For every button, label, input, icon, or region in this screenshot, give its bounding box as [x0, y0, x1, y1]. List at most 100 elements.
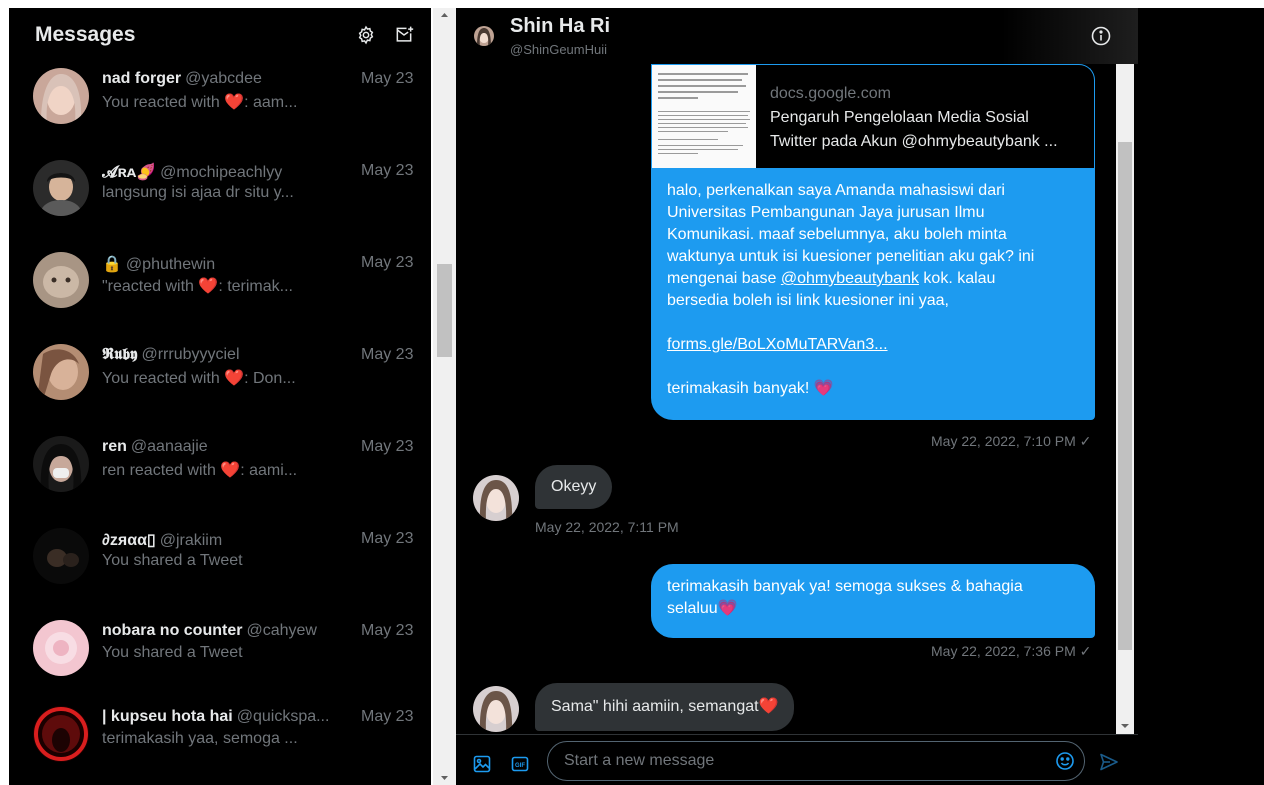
chat-contact-handle: @ShinGeumHuii	[510, 42, 608, 57]
scroll-down-arrow-icon[interactable]	[1116, 718, 1134, 734]
conversation-date: May 23	[361, 708, 414, 725]
avatar	[33, 252, 89, 308]
chat-header: Shin Ha Ri @ShinGeumHuii	[456, 8, 1138, 64]
gear-icon[interactable]	[356, 25, 376, 45]
conversation-name: ren	[102, 438, 127, 455]
conversation-preview: langsung isi ajaa dr situ y...	[102, 184, 294, 201]
conversation-item[interactable]: | kupseu hota hai @quickspa... May 23 ter…	[9, 706, 431, 785]
conversation-list-scrollbar[interactable]	[433, 8, 456, 785]
message-text: bersedia boleh isi link kuesioner ini ya…	[667, 292, 949, 309]
conversation-name: 𝓐ʀᴀ🍠	[102, 164, 157, 181]
conversation-item[interactable]: ren @aanaajie May 23 ren reacted with ❤️:…	[9, 436, 431, 528]
avatar[interactable]	[474, 26, 494, 46]
conversation-item[interactable]: ∂zяαα▯ @jrakiim May 23 You shared a Tweet	[9, 528, 431, 620]
message-timestamp: May 22, 2022, 7:10 PM ✓	[931, 433, 1092, 449]
message-timestamp: May 22, 2022, 7:11 PM	[535, 519, 679, 535]
avatar	[33, 436, 89, 492]
info-icon[interactable]	[1090, 25, 1112, 47]
conversation-name: 🔒	[102, 256, 122, 273]
conversation-name: nobara no counter	[102, 622, 243, 639]
message-timestamp: May 22, 2022, 7:36 PM ✓	[931, 643, 1092, 659]
gif-label: GIF	[515, 763, 525, 769]
conversation-preview: You reacted with ❤️: Don...	[102, 370, 296, 387]
conversation-handle: @rrrubyyyciel	[141, 346, 240, 363]
scrollbar-thumb[interactable]	[1118, 142, 1132, 650]
right-empty-pane	[1138, 8, 1264, 785]
avatar	[33, 620, 89, 676]
link-preview-thumbnail	[652, 65, 756, 168]
emoji-icon[interactable]	[1055, 751, 1075, 771]
message-text: terimakasih banyak! 💗	[667, 380, 834, 397]
conversation-preview: You shared a Tweet	[102, 644, 243, 661]
conversation-preview: You shared a Tweet	[102, 552, 243, 569]
avatar[interactable]	[473, 686, 519, 732]
conversation-handle: @phuthewin	[125, 256, 216, 273]
scroll-down-arrow-icon[interactable]	[433, 771, 456, 785]
conversation-date: May 23	[361, 530, 414, 547]
message-text: Okeyy	[551, 478, 597, 495]
conversation-preview: terimakasih yaa, semoga ...	[102, 730, 298, 747]
conversation-list-header: Messages	[9, 8, 431, 60]
message-text: waktunya untuk isi kuesioner penelitian …	[667, 248, 1035, 265]
outgoing-message-bubble[interactable]: halo, perkenalkan saya Amanda mahasiswi …	[651, 168, 1095, 420]
message-text: terimakasih banyak ya! semoga sukses & b…	[667, 578, 1023, 595]
conversation-item[interactable]: nobara no counter @cahyew May 23 You shar…	[9, 620, 431, 712]
link-preview-card[interactable]: docs.google.com Pengaruh Pengelolaan Med…	[651, 64, 1095, 168]
conversation-name: | kupseu hota hai	[102, 708, 233, 725]
incoming-message-bubble[interactable]: Sama" hihi aamiin, semangat❤️	[535, 683, 795, 731]
link-preview-title: Twitter pada Akun @ohmybeautybank ...	[770, 133, 1058, 150]
avatar[interactable]	[473, 475, 519, 521]
conversation-date: May 23	[361, 70, 414, 87]
conversation-preview: "reacted with ❤️: terimak...	[102, 278, 293, 295]
conversation-handle: @quickspa...	[236, 708, 330, 725]
gif-icon[interactable]: GIF	[511, 755, 529, 773]
conversation-item[interactable]: 🔒 @phuthewin May 23 "reacted with ❤️: ter…	[9, 252, 431, 344]
message-thread[interactable]: docs.google.com Pengaruh Pengelolaan Med…	[456, 64, 1116, 734]
page-title: Messages	[35, 23, 136, 46]
scroll-up-arrow-icon[interactable]	[433, 8, 456, 22]
message-thread-scrollbar[interactable]	[1116, 64, 1134, 734]
incoming-message-bubble[interactable]: Okeyy	[535, 465, 613, 509]
conversation-handle: @yabcdee	[185, 70, 262, 87]
outgoing-message-bubble[interactable]: terimakasih banyak ya! semoga sukses & b…	[651, 564, 1095, 638]
conversation-name: ∂zяαα▯	[102, 532, 156, 549]
conversation-date: May 23	[361, 162, 414, 179]
message-text: kok. kalau	[918, 270, 996, 287]
conversation-handle: @mochipeachlyy	[160, 164, 283, 181]
conversation-name: 𝕽𝖚𝖇𝖞	[102, 346, 138, 363]
conversation-date: May 23	[361, 346, 414, 363]
conversation-date: May 23	[361, 438, 414, 455]
conversation-handle: @cahyew	[246, 622, 317, 639]
send-icon[interactable]	[1099, 752, 1119, 772]
avatar	[33, 706, 89, 762]
conversation-item[interactable]: nad forger @yabcdee May 23 You reacted wi…	[9, 68, 431, 160]
scrollbar-thumb[interactable]	[437, 264, 452, 357]
avatar	[33, 528, 89, 584]
conversation-handle: @aanaajie	[130, 438, 208, 455]
conversation-item[interactable]: 𝕽𝖚𝖇𝖞 @rrrubyyyciel May 23 You reacted wit…	[9, 344, 431, 436]
link-preview-domain: docs.google.com	[770, 85, 891, 102]
conversation-item[interactable]: 𝓐ʀᴀ🍠 @mochipeachlyy May 23 langsung isi a…	[9, 160, 431, 252]
chat-contact-name[interactable]: Shin Ha Ri	[510, 15, 610, 38]
new-message-icon[interactable]	[394, 25, 414, 45]
message-text: halo, perkenalkan saya Amanda mahasiswi …	[667, 182, 1005, 199]
conversation-preview: You reacted with ❤️: aam...	[102, 94, 298, 111]
window-top-strip	[0, 0, 1264, 8]
conversation-date: May 23	[361, 254, 414, 271]
avatar	[33, 344, 89, 400]
link-preview-title: Pengaruh Pengelolaan Media Sosial	[770, 109, 1029, 126]
mention-link[interactable]: @ohmybeautybank	[781, 270, 919, 287]
conversation-name: nad forger	[102, 70, 182, 87]
window-left-strip	[0, 0, 9, 785]
conversation-date: May 23	[361, 622, 414, 639]
image-icon[interactable]	[473, 755, 491, 773]
message-text: Komunikasi. maaf sebelumnya, aku boleh m…	[667, 226, 1007, 243]
chat-panel: Shin Ha Ri @ShinGeumHuii docs.google.com…	[456, 8, 1138, 785]
message-text: mengenai base	[667, 270, 781, 287]
message-composer: GIF	[456, 734, 1138, 785]
avatar	[33, 68, 89, 124]
message-text: Sama" hihi aamiin, semangat❤️	[551, 698, 779, 715]
form-link[interactable]: forms.gle/BoLXoMuTARVan3...	[667, 334, 1079, 356]
message-input[interactable]	[547, 741, 1085, 781]
conversation-preview: ren reacted with ❤️: aami...	[102, 462, 298, 479]
